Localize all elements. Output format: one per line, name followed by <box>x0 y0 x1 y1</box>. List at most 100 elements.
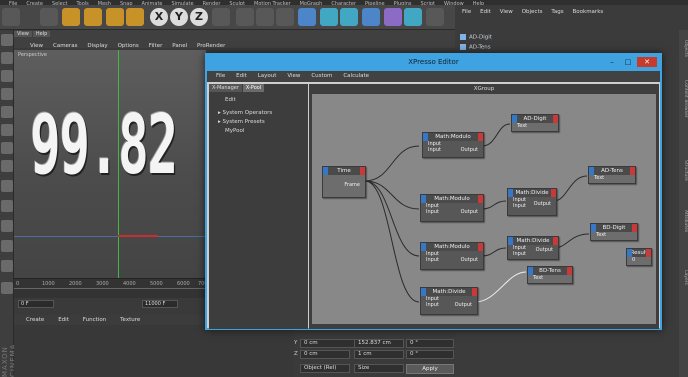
size-z-field[interactable]: 1 cm <box>354 350 404 359</box>
model-mode-icon[interactable] <box>1 52 13 64</box>
x-axis-lock-icon[interactable]: X <box>150 8 168 26</box>
viewport-menu-prorender[interactable]: ProRender <box>197 43 225 49</box>
render-settings-icon[interactable] <box>276 8 294 26</box>
xpresso-title-bar[interactable]: XPresso Editor – □ ✕ <box>207 55 660 71</box>
port-result-value[interactable]: 0 <box>627 257 651 263</box>
tweak-mode-icon[interactable] <box>1 180 13 192</box>
port-output[interactable]: Output <box>461 257 483 263</box>
node-math-divide-1[interactable]: Math:Divide Input Input Output <box>507 188 557 216</box>
object-menu-bookmarks[interactable]: Bookmarks <box>573 9 604 15</box>
make-editable-icon[interactable] <box>1 34 13 46</box>
recent-tool-icon[interactable] <box>126 8 144 26</box>
xpresso-menu-calculate[interactable]: Calculate <box>343 73 369 79</box>
live-select-icon[interactable] <box>40 8 58 26</box>
y-axis-lock-icon[interactable]: Y <box>170 8 188 26</box>
xpresso-menu-custom[interactable]: Custom <box>311 73 332 79</box>
tab-x-pool[interactable]: X-Pool <box>242 84 265 92</box>
subdivision-surface-icon[interactable] <box>340 8 358 26</box>
camera-icon[interactable] <box>426 8 444 26</box>
viewport-menu-cameras[interactable]: Cameras <box>53 43 77 49</box>
node-bd-tens[interactable]: BD-Tens Text <box>527 266 573 284</box>
tab-help[interactable]: Help <box>32 31 51 37</box>
floor-icon[interactable] <box>404 8 422 26</box>
node-math-divide-3[interactable]: Math:Divide Input Input Output <box>420 287 478 315</box>
rotation-b-field[interactable]: 0 ° <box>406 350 454 359</box>
port-output[interactable]: Output <box>536 247 558 253</box>
material-manager[interactable] <box>14 325 294 377</box>
viewport-menu-options[interactable]: Options <box>118 43 139 49</box>
xpresso-menu-edit[interactable]: Edit <box>236 73 247 79</box>
port-text[interactable]: Text <box>591 232 637 238</box>
snap-icon[interactable] <box>1 200 13 212</box>
pen-spline-icon[interactable] <box>320 8 338 26</box>
port-frame[interactable]: Frame <box>323 182 365 188</box>
side-tab-objects[interactable]: Objects <box>679 40 688 57</box>
undo-icon[interactable] <box>2 8 20 26</box>
start-frame-field[interactable]: 0 F <box>18 300 54 308</box>
viewport-menu-view[interactable]: View <box>30 43 43 49</box>
material-menu-texture[interactable]: Texture <box>120 317 140 323</box>
port-text[interactable]: Text <box>528 275 572 281</box>
viewport-menu-display[interactable]: Display <box>87 43 107 49</box>
viewport-menu-panel[interactable]: Panel <box>172 43 187 49</box>
scroll-icon[interactable] <box>1 282 13 294</box>
coordinate-mode-select[interactable]: Object (Rel) <box>300 364 350 373</box>
node-time[interactable]: Time Frame <box>322 166 366 198</box>
port-output[interactable]: Output <box>455 302 477 308</box>
node-math-divide-2[interactable]: Math:Divide Input Input Output <box>507 236 559 260</box>
object-menu-view[interactable]: View <box>500 9 513 15</box>
port-text[interactable]: Text <box>589 175 635 181</box>
edges-mode-icon[interactable] <box>1 124 13 136</box>
port-output[interactable]: Output <box>461 209 483 215</box>
object-row[interactable]: AD-Digit <box>460 34 492 42</box>
node-ad-digit[interactable]: AD-Digit Text <box>511 114 559 132</box>
rotate-tool-icon[interactable] <box>106 8 124 26</box>
material-menu-edit[interactable]: Edit <box>58 317 69 323</box>
minimize-icon[interactable]: – <box>605 57 619 67</box>
material-menu-function[interactable]: Function <box>83 317 106 323</box>
node-ad-tens[interactable]: AD-Tens Text <box>588 166 636 184</box>
object-menu-objects[interactable]: Objects <box>522 9 543 15</box>
size-mode-select[interactable]: Size <box>354 364 404 373</box>
coordinate-system-icon[interactable] <box>212 8 230 26</box>
z-axis-lock-icon[interactable]: Z <box>190 8 208 26</box>
end-frame-field[interactable]: 11000 F <box>142 300 178 308</box>
scale-tool-icon[interactable] <box>84 8 102 26</box>
port-output[interactable]: Output <box>461 147 483 153</box>
object-menu-tags[interactable]: Tags <box>551 9 563 15</box>
size-y-field[interactable]: 152.837 cm <box>354 339 404 348</box>
position-y-field[interactable]: 0 cm <box>300 339 358 348</box>
object-menu-edit[interactable]: Edit <box>480 9 491 15</box>
rotation-p-field[interactable]: 0 ° <box>406 339 454 348</box>
array-generator-icon[interactable] <box>362 8 380 26</box>
workplane-icon[interactable] <box>1 88 13 100</box>
side-tab-attributes[interactable]: Attributes <box>679 210 688 232</box>
render-view-icon[interactable] <box>236 8 254 26</box>
planar-workplane-icon[interactable] <box>1 260 13 272</box>
material-menu-create[interactable]: Create <box>26 317 44 323</box>
viewport-menu-filter[interactable]: Filter <box>149 43 163 49</box>
node-bd-digit[interactable]: BD-Digit Text <box>590 223 638 241</box>
bend-deformer-icon[interactable] <box>384 8 402 26</box>
side-tab-structure[interactable]: Structure <box>679 160 688 181</box>
object-row[interactable]: AD-Tens <box>460 44 491 52</box>
tab-view[interactable]: View <box>14 31 32 37</box>
locked-workplane-icon[interactable] <box>1 240 13 252</box>
timeline-ruler[interactable]: 0 1000 2000 3000 4000 5000 6000 7000 <box>14 281 211 289</box>
viewport-text-object[interactable]: 99.82 <box>30 105 178 187</box>
node-canvas[interactable]: Time Frame Math:Modulo Input Input Outpu… <box>312 94 656 324</box>
side-tab-layers[interactable]: Layers <box>679 270 688 285</box>
position-z-field[interactable]: 0 cm <box>300 350 350 359</box>
texture-mode-icon[interactable] <box>1 70 13 82</box>
xpresso-menu-layout[interactable]: Layout <box>258 73 277 79</box>
pool-item-mypool[interactable]: MyPool <box>225 128 244 134</box>
port-output[interactable]: Output <box>534 201 556 207</box>
points-mode-icon[interactable] <box>1 106 13 118</box>
polygons-mode-icon[interactable] <box>1 142 13 154</box>
node-result[interactable]: Result 0 <box>626 248 652 266</box>
maximize-icon[interactable]: □ <box>621 57 635 67</box>
node-math-modulo-2[interactable]: Math:Modulo Input Input Output <box>420 194 484 222</box>
close-icon[interactable]: ✕ <box>637 57 657 67</box>
apply-button[interactable]: Apply <box>406 364 454 374</box>
node-math-modulo-3[interactable]: Math:Modulo Input Input Output <box>420 242 484 270</box>
